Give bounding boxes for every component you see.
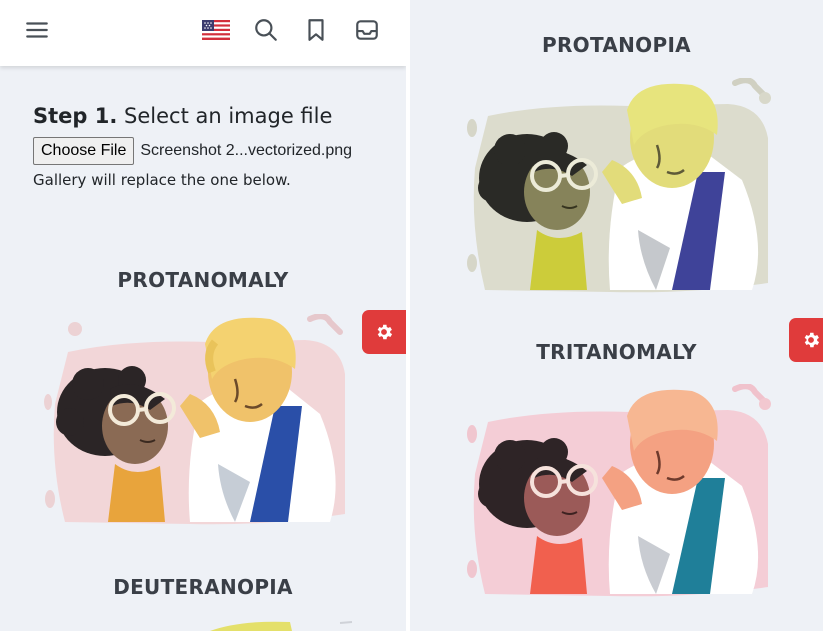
language-button[interactable] bbox=[199, 13, 233, 47]
deuteranopia-image bbox=[210, 621, 353, 631]
us-flag-icon bbox=[202, 20, 230, 40]
step-text: Select an image file bbox=[117, 104, 333, 128]
inbox-button[interactable] bbox=[350, 13, 384, 47]
settings-tab-left[interactable] bbox=[362, 310, 406, 354]
deuteranopia-title: DEUTERANOPIA bbox=[113, 575, 293, 599]
bookmark-button[interactable] bbox=[299, 13, 333, 47]
search-icon bbox=[255, 19, 277, 41]
hamburger-menu-icon bbox=[26, 22, 48, 38]
tritanomaly-title: TRITANOMALY bbox=[536, 340, 697, 364]
top-navbar bbox=[0, 0, 406, 66]
gallery-note: Gallery will replace the one below. bbox=[33, 171, 291, 189]
step-instruction: Step 1. Select an image file bbox=[33, 104, 332, 128]
right-panel: PROTANOPIA TRITANOMALY bbox=[410, 0, 823, 631]
step-number: Step 1. bbox=[33, 104, 118, 128]
file-picker: Choose File Screenshot 2...vectorized.pn… bbox=[33, 137, 352, 165]
gear-icon bbox=[804, 332, 820, 348]
protanomaly-image bbox=[44, 314, 345, 525]
bookmark-icon bbox=[308, 19, 324, 41]
settings-tab-right[interactable] bbox=[789, 318, 823, 362]
inbox-icon bbox=[356, 20, 378, 40]
choose-file-button[interactable]: Choose File bbox=[33, 137, 135, 165]
search-button[interactable] bbox=[249, 13, 283, 47]
menu-button[interactable] bbox=[20, 13, 54, 47]
protanomaly-title: PROTANOMALY bbox=[117, 268, 289, 292]
left-panel: Step 1. Select an image file Choose File… bbox=[0, 0, 406, 631]
protanopia-title: PROTANOPIA bbox=[542, 33, 691, 57]
protanopia-image bbox=[467, 78, 771, 293]
selected-file-name: Screenshot 2...vectorized.png bbox=[140, 142, 353, 159]
screenshot-root: Step 1. Select an image file Choose File… bbox=[0, 0, 823, 631]
gear-icon bbox=[377, 324, 393, 340]
tritanomaly-image bbox=[467, 384, 771, 597]
